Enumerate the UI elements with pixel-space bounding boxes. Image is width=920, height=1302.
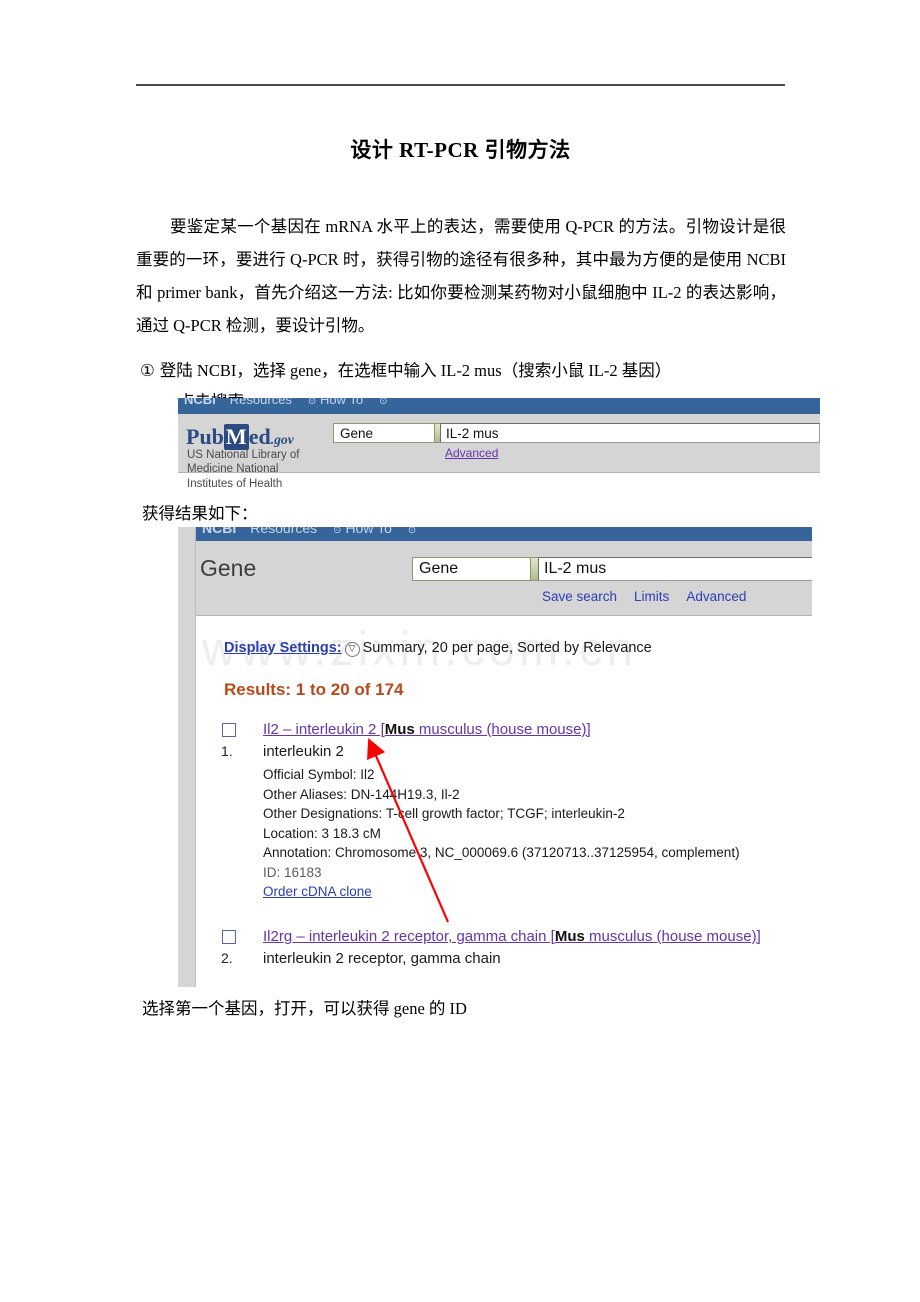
database-title: Gene <box>200 555 257 581</box>
step-line-1: 登陆 NCBI，选择 gene，在选框中输入 IL-2 mus（搜索小鼠 IL-… <box>159 361 672 380</box>
database-select[interactable]: Gene ▼ <box>412 557 553 581</box>
search-input[interactable]: IL-2 mus <box>440 423 820 443</box>
result-checkbox[interactable] <box>222 930 236 944</box>
chevron-down-icon: ⊙ <box>333 527 342 536</box>
pubmed-logo-pre: Pub <box>186 424 224 449</box>
save-search-link[interactable]: Save search <box>542 589 617 604</box>
search-links: Advanced <box>445 446 498 460</box>
advanced-link[interactable]: Advanced <box>445 446 498 460</box>
result-title-organism: Mus <box>554 928 585 945</box>
caption-results-follow: 获得结果如下： <box>142 504 258 523</box>
step-number: ① <box>140 361 155 380</box>
result-checkbox[interactable] <box>222 723 236 737</box>
topbar-link-resources[interactable]: Resources <box>250 527 317 536</box>
field-official-symbol: Official Symbol: Il2 <box>263 767 375 782</box>
result-title-link[interactable]: Il2rg – interleukin 2 receptor, gamma ch… <box>263 928 761 945</box>
screenshot-pubmed-search: NCBI Resources ⊙ How To ⊙ PubMed.gov US Nat… <box>178 398 820 493</box>
pubmed-logo-m: M <box>223 424 249 450</box>
body-paragraph: 要鉴定某一个基因在 mRNA 水平上的表达，需要使用 Q-PCR 的方法。引物设… <box>136 217 786 335</box>
pubmed-logo[interactable]: PubMed.gov <box>186 424 294 450</box>
search-input-value: IL-2 mus <box>544 560 607 577</box>
caption-select-first-gene: 选择第一个基因，打开，可以获得 gene 的 ID <box>142 999 467 1018</box>
search-links: Save search Limits Advanced <box>542 589 763 604</box>
field-other-designations: Other Designations: T-cell growth factor… <box>263 806 625 821</box>
search-input[interactable]: IL-2 mus <box>538 557 812 581</box>
field-location: Location: 3 18.3 cM <box>263 825 381 841</box>
ncbi-top-bar: NCBI Resources ⊙ How To ⊙ <box>196 527 812 541</box>
field-annotation: Annotation: Chromosome 3, NC_000069.6 (3… <box>263 845 740 860</box>
result-title-text: Il2rg – interleukin 2 receptor, gamma ch… <box>263 928 555 945</box>
header-rule <box>136 84 785 86</box>
pubmed-logo-post: ed <box>248 424 271 449</box>
pubmed-logo-gov: .gov <box>270 432 294 447</box>
advanced-link[interactable]: Advanced <box>686 589 746 604</box>
ncbi-top-bar: NCBI Resources ⊙ How To ⊙ <box>178 398 820 414</box>
chevron-down-icon: ⊙ <box>379 398 388 407</box>
results-pane: www.zixin.com.cn Display Settings: ▽ Summa… <box>196 616 812 987</box>
ncbi-logo: NCBI <box>184 398 216 407</box>
screenshot-gene-results: NCBIResources⊙ How To⊙ Gene Gene ▼ IL-2 … <box>178 527 812 987</box>
result-number: 2. <box>221 950 233 966</box>
topbar-link-resources[interactable]: Resources <box>230 398 292 407</box>
result-title-organism: Mus <box>384 721 415 738</box>
field-id: ID: 16183 <box>263 864 322 880</box>
result-title-link[interactable]: Il2 – interleukin 2 [Mus musculus (house… <box>263 721 591 738</box>
result-fields: Official Symbol: Il2 Other Aliases: DN-1… <box>263 765 740 902</box>
results-count: Results: 1 to 20 of 174 <box>224 680 404 699</box>
result-title-text: Il2 – interleukin 2 [ <box>263 721 385 738</box>
display-settings-value: Summary, 20 per page, Sorted by Relevanc… <box>362 640 652 656</box>
result-title-rest: musculus (house mouse)] <box>584 928 761 945</box>
page-title: 设计 RT-PCR 引物方法 <box>350 138 571 162</box>
field-other-aliases: Other Aliases: DN-144H19.3, Il-2 <box>263 786 460 802</box>
chevron-down-icon: ⊙ <box>307 398 317 407</box>
screenshot-left-gutter <box>178 527 196 987</box>
topbar-link-howto[interactable]: How To <box>345 527 391 536</box>
display-settings-link[interactable]: Display Settings: <box>224 640 342 656</box>
database-select-value: Gene <box>340 425 374 441</box>
result-number: 1. <box>221 743 233 759</box>
display-settings: Display Settings: ▽ Summary, 20 per page, … <box>224 640 652 657</box>
limits-link[interactable]: Limits <box>634 589 669 604</box>
chevron-down-icon: ⊙ <box>407 527 417 536</box>
chevron-down-icon[interactable]: ▽ <box>344 642 360 657</box>
topbar-link-howto[interactable]: How To <box>320 398 363 407</box>
result-description: interleukin 2 receptor, gamma chain <box>263 950 501 967</box>
database-select[interactable]: Gene ▼ <box>333 423 453 443</box>
pubmed-subtitle: US National Library of Medicine National… <box>187 449 300 490</box>
order-cdna-clone-link[interactable]: Order cDNA clone <box>263 882 740 902</box>
ncbi-logo: NCBI <box>202 527 237 536</box>
database-select-value: Gene <box>419 560 459 577</box>
result-title-rest: musculus (house mouse)] <box>414 721 591 738</box>
result-description: interleukin 2 <box>263 743 344 760</box>
search-input-value: IL-2 mus <box>446 425 499 441</box>
